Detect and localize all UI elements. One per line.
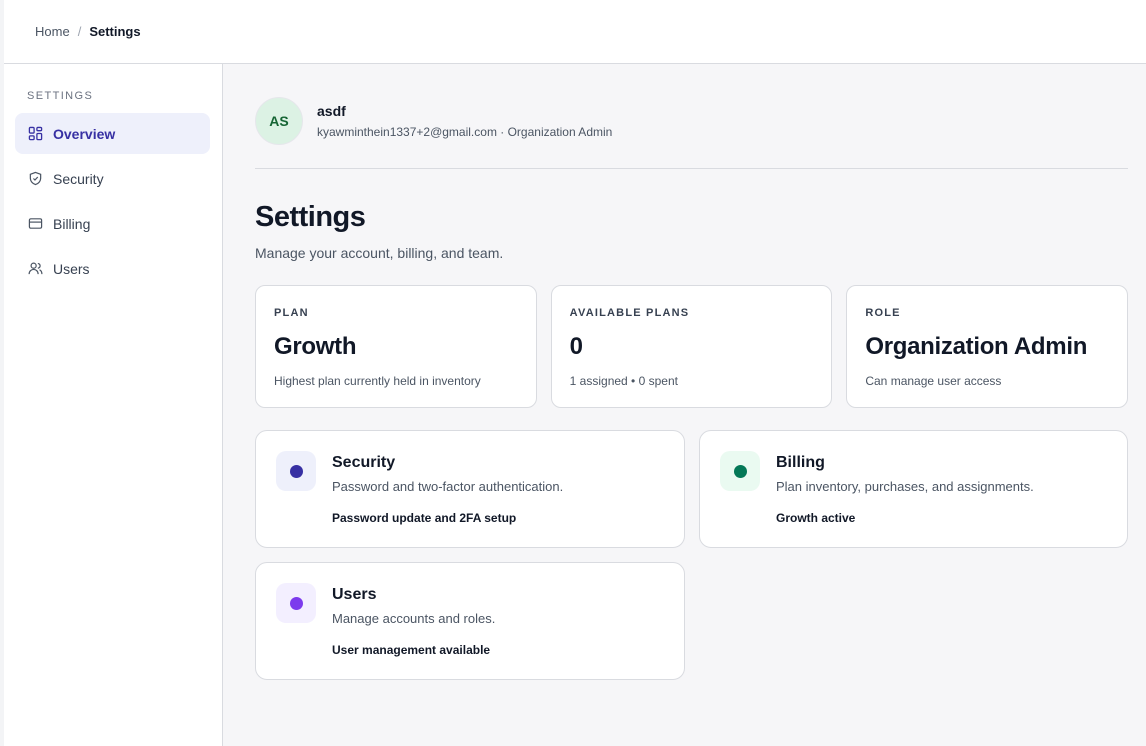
stat-desc: 1 assigned • 0 spent	[569, 374, 678, 388]
page-subtitle: Manage your account, billing, and team.	[255, 245, 504, 261]
profile-meta: kyawminthein1337+2@gmail.com · Organizat…	[317, 124, 613, 139]
stat-value: 0	[569, 333, 583, 360]
dot-icon	[733, 464, 747, 478]
stat-card-available-plans: AVAILABLE PLANS 0 1 assigned • 0 spent	[550, 285, 833, 408]
dot-icon	[289, 596, 303, 610]
stat-label: AVAILABLE PLANS	[569, 307, 690, 319]
sidebar-item-label: Billing	[53, 215, 91, 232]
sidebar-item-label: Security	[53, 170, 104, 187]
stat-desc: Highest plan currently held in inventory	[274, 374, 481, 388]
stat-card-plan: PLAN Growth Highest plan currently held …	[255, 285, 537, 408]
sidebar-heading: SETTINGS	[27, 90, 94, 102]
sidebar-item-security[interactable]: Security	[15, 158, 210, 199]
feature-card-security[interactable]: Security Password and two-factor authent…	[255, 430, 685, 548]
breadcrumb: Home / Settings	[4, 0, 1146, 64]
sidebar-item-billing[interactable]: Billing	[15, 203, 210, 244]
feature-status: Growth active	[776, 511, 856, 525]
main-content: AS asdf kyawminthein1337+2@gmail.com · O…	[223, 64, 1146, 746]
stat-value: Growth	[274, 333, 357, 360]
sidebar: SETTINGS Overview Security Billing Users	[4, 64, 223, 746]
feature-grid: Security Password and two-factor authent…	[255, 430, 1128, 680]
feature-title: Security	[332, 454, 396, 471]
avatar: AS	[255, 96, 303, 145]
profile-name: asdf	[317, 102, 346, 119]
feature-title: Billing	[776, 454, 825, 471]
sidebar-item-overview[interactable]: Overview	[15, 113, 210, 154]
feature-card-users[interactable]: Users Manage accounts and roles. User ma…	[255, 562, 685, 680]
stat-label: PLAN	[274, 307, 309, 319]
feature-icon-bg	[276, 583, 316, 623]
breadcrumb-separator: /	[77, 24, 82, 39]
breadcrumb-home-link[interactable]: Home	[35, 24, 70, 39]
feature-icon-bg	[720, 451, 760, 491]
sidebar-item-label: Users	[53, 260, 90, 277]
grid-icon	[27, 126, 43, 142]
dot-icon	[289, 464, 303, 478]
feature-desc: Manage accounts and roles.	[332, 611, 496, 626]
shield-icon	[27, 171, 43, 187]
sidebar-item-users[interactable]: Users	[15, 248, 210, 289]
page-title: Settings	[255, 201, 366, 233]
feature-status: Password update and 2FA setup	[332, 511, 517, 525]
stat-desc: Can manage user access	[865, 374, 1002, 388]
stat-card-role: ROLE Organization Admin Can manage user …	[846, 285, 1129, 408]
feature-desc: Password and two-factor authentication.	[332, 479, 564, 494]
feature-title: Users	[332, 586, 377, 603]
card-icon	[27, 216, 43, 232]
users-icon	[27, 261, 43, 277]
divider	[255, 168, 1128, 169]
profile-header: AS asdf kyawminthein1337+2@gmail.com · O…	[255, 96, 1128, 145]
stats-row: PLAN Growth Highest plan currently held …	[255, 285, 1129, 408]
feature-card-billing[interactable]: Billing Plan inventory, purchases, and a…	[699, 430, 1128, 548]
breadcrumb-current: Settings	[89, 24, 141, 39]
stat-value: Organization Admin	[865, 333, 1088, 360]
feature-icon-bg	[276, 451, 316, 491]
stat-label: ROLE	[865, 307, 901, 319]
feature-desc: Plan inventory, purchases, and assignmen…	[776, 479, 1034, 494]
feature-status: User management available	[332, 643, 491, 657]
sidebar-item-label: Overview	[53, 125, 116, 142]
